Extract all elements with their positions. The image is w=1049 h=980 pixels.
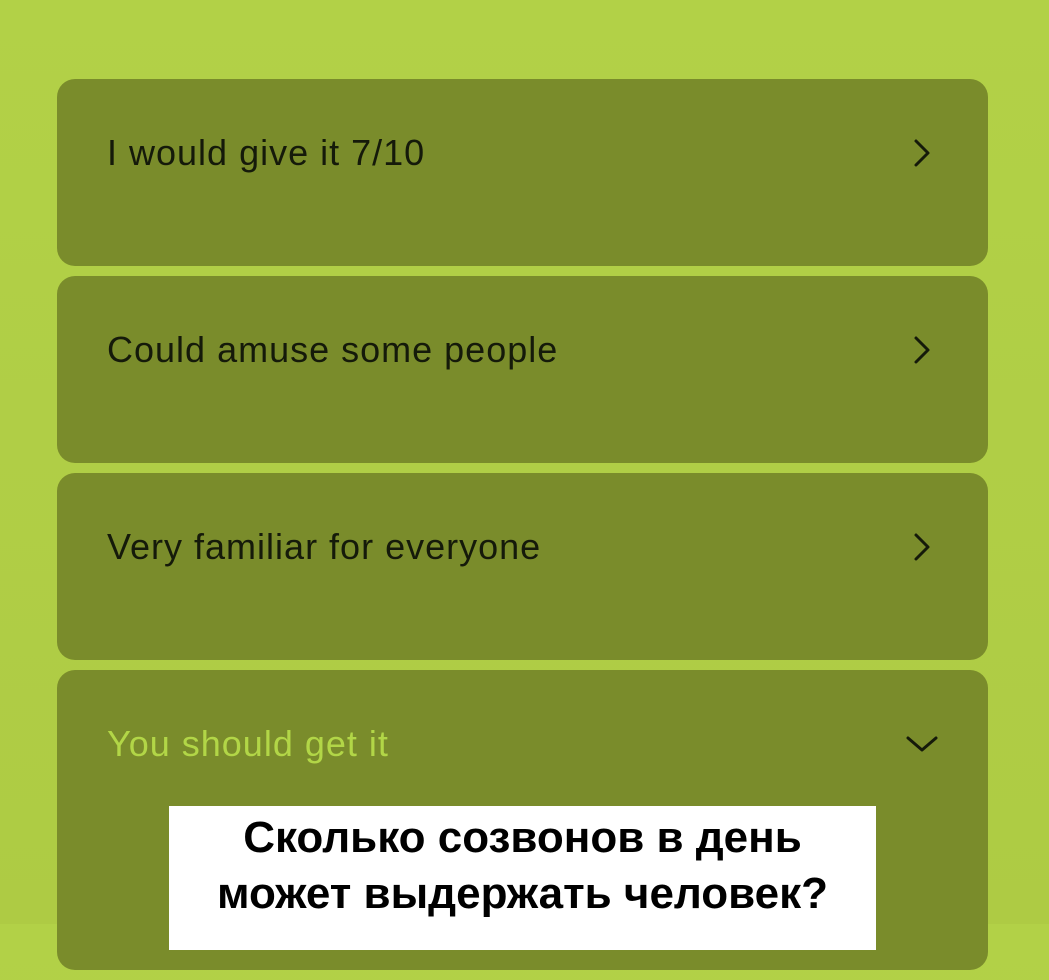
accordion-item-label: I would give it 7/10 [107,132,426,173]
accordion-item-label: Very familiar for everyone [107,526,542,567]
accordion-item-3[interactable]: Very familiar for everyone [57,473,988,660]
chevron-right-icon[interactable] [904,529,940,565]
accordion-item-2[interactable]: Could amuse some people [57,276,988,463]
faq-accordion: I would give it 7/10 Could amuse some pe… [57,79,988,980]
chevron-right-icon[interactable] [904,135,940,171]
chevron-down-icon[interactable] [904,726,940,762]
accordion-item-4[interactable]: You should get it Сколько созвонов в ден… [57,670,988,970]
chevron-right-icon[interactable] [904,332,940,368]
panel-text-line-1: Сколько созвонов в день [243,813,802,862]
accordion-item-1[interactable]: I would give it 7/10 [57,79,988,266]
panel-text-line-2: может выдержать человек? [217,869,828,918]
accordion-item-label: Could amuse some people [107,329,559,370]
accordion-item-label-active: You should get it [107,723,389,764]
accordion-panel: Сколько созвонов в день может выдержать … [169,806,876,950]
